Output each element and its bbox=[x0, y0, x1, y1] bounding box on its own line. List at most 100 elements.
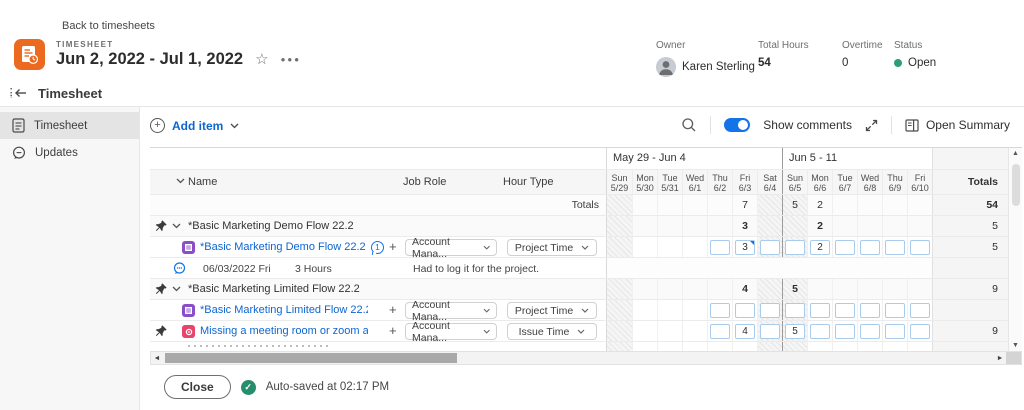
row-total: 9 bbox=[932, 321, 1008, 341]
hour-input[interactable] bbox=[760, 323, 780, 339]
hour-input[interactable] bbox=[735, 302, 755, 318]
hour-type-select[interactable]: Issue Time bbox=[507, 323, 597, 340]
group-chevron-icon[interactable] bbox=[172, 223, 181, 229]
hour-input[interactable]: 5 bbox=[785, 323, 805, 339]
hour-input[interactable] bbox=[910, 323, 930, 339]
hour-input[interactable] bbox=[710, 239, 730, 255]
open-summary-button[interactable]: Open Summary bbox=[905, 118, 1010, 132]
hour-input[interactable] bbox=[885, 239, 905, 255]
hour-input[interactable]: 4 bbox=[735, 323, 755, 339]
day-cell-5/29 bbox=[607, 300, 632, 320]
group-name[interactable]: *Basic Marketing Limited Flow 22.2 bbox=[188, 283, 360, 295]
collapse-all-chevron-icon[interactable] bbox=[176, 178, 185, 184]
day-cell-5/30 bbox=[632, 195, 657, 215]
column-header-row: Name Job Role Hour Type Sun 5/29 Mon 5/30 Tu… bbox=[150, 170, 1022, 195]
sidebar-item-timesheet[interactable]: Timesheet bbox=[0, 112, 139, 139]
scroll-right-arrow[interactable]: ► bbox=[994, 355, 1006, 362]
day-cell-5/31 bbox=[657, 300, 682, 320]
hour-input[interactable]: 2 bbox=[810, 239, 830, 255]
item-row-demo-flow: *Basic Marketing Demo Flow 22.2 1 + Acco… bbox=[150, 236, 1022, 260]
overtime-value: 0 bbox=[842, 57, 849, 69]
pin-icon[interactable] bbox=[155, 220, 167, 232]
hour-input[interactable] bbox=[860, 323, 880, 339]
hour-input[interactable] bbox=[835, 239, 855, 255]
hour-input[interactable] bbox=[910, 302, 930, 318]
item-name-link[interactable]: Missing a meeting room or zoom ac... bbox=[200, 325, 368, 337]
hour-input[interactable] bbox=[835, 323, 855, 339]
name-column-header[interactable]: Name bbox=[188, 176, 217, 188]
day-cell-6/2 bbox=[707, 237, 732, 257]
pin-icon[interactable] bbox=[155, 283, 167, 295]
scrollbar-corner bbox=[1006, 352, 1021, 364]
favorite-star-icon[interactable]: ☆ bbox=[255, 52, 268, 67]
collapse-nav-icon[interactable] bbox=[10, 87, 30, 99]
group-chevron-icon[interactable] bbox=[172, 286, 181, 292]
job-role-select[interactable]: Account Mana... bbox=[405, 299, 497, 323]
scroll-down-arrow[interactable]: ▼ bbox=[1009, 342, 1022, 349]
add-hours-plus-icon[interactable]: + bbox=[389, 323, 397, 338]
day-header-6/7: Tue 6/7 bbox=[832, 170, 857, 194]
day-cell-6/1 bbox=[682, 237, 707, 257]
job-role-select[interactable]: Account Mana... bbox=[405, 320, 497, 344]
hour-input[interactable] bbox=[885, 302, 905, 318]
day-cell-6/3 bbox=[732, 300, 757, 320]
timesheet-doc-icon bbox=[14, 39, 45, 70]
add-item-chevron-icon bbox=[230, 123, 239, 128]
item-name-link[interactable]: *Basic Marketing Limited Flow 22.2 bbox=[200, 304, 368, 316]
hour-input[interactable] bbox=[810, 302, 830, 318]
day-cell-6/8 bbox=[857, 300, 882, 320]
hour-input[interactable] bbox=[810, 323, 830, 339]
day-cell-6/6: 2 bbox=[807, 195, 832, 215]
horizontal-scroll-track[interactable] bbox=[163, 352, 994, 364]
scroll-left-arrow[interactable]: ◄ bbox=[151, 355, 163, 362]
hour-input[interactable] bbox=[760, 302, 780, 318]
group-name[interactable]: *Basic Marketing Demo Flow 22.2 bbox=[188, 220, 354, 232]
hour-input[interactable]: 3 bbox=[735, 239, 755, 255]
hour-input[interactable] bbox=[710, 323, 730, 339]
vertical-scroll-thumb[interactable] bbox=[1012, 164, 1020, 206]
total-hours-label: Total Hours bbox=[758, 40, 809, 51]
sidebar-item-label: Timesheet bbox=[34, 119, 88, 132]
hour-input[interactable] bbox=[860, 239, 880, 255]
pin-icon[interactable] bbox=[155, 325, 167, 337]
chevron-down-icon bbox=[581, 308, 589, 313]
hour-input[interactable] bbox=[860, 302, 880, 318]
hour-type-select[interactable]: Project Time bbox=[507, 302, 597, 319]
page-header: Back to timesheets TIMESHEET Jun 2, 2022… bbox=[0, 0, 1024, 80]
day-cell-6/1 bbox=[682, 279, 707, 299]
owner-avatar[interactable] bbox=[656, 57, 676, 77]
vertical-scrollbar[interactable]: ▲ ▼ bbox=[1008, 148, 1022, 351]
job-role-column-header[interactable]: Job Role bbox=[403, 176, 446, 188]
hour-input[interactable] bbox=[835, 302, 855, 318]
job-role-select[interactable]: Account Mana... bbox=[405, 236, 497, 260]
scroll-up-arrow[interactable]: ▲ bbox=[1009, 150, 1022, 157]
day-cell-6/7 bbox=[832, 216, 857, 236]
hour-input[interactable] bbox=[885, 323, 905, 339]
back-to-timesheets-link[interactable]: Back to timesheets bbox=[62, 20, 155, 32]
sidebar-item-updates[interactable]: Updates bbox=[0, 139, 139, 166]
status-value: Open bbox=[908, 57, 937, 69]
comment-count-badge[interactable]: 1 bbox=[371, 241, 384, 254]
day-cell-5/30 bbox=[632, 321, 657, 341]
hour-type-column-header[interactable]: Hour Type bbox=[503, 176, 554, 188]
hour-input[interactable] bbox=[910, 239, 930, 255]
toolbar-separator bbox=[710, 116, 712, 134]
day-cell-5/31 bbox=[657, 195, 682, 215]
hour-type-select[interactable]: Project Time bbox=[507, 239, 597, 256]
more-options-icon[interactable]: ●●● bbox=[281, 55, 302, 64]
hour-input[interactable] bbox=[710, 302, 730, 318]
expand-icon[interactable] bbox=[865, 119, 878, 132]
add-hours-plus-icon[interactable]: + bbox=[389, 239, 397, 254]
hour-input[interactable] bbox=[785, 302, 805, 318]
item-name-link[interactable]: *Basic Marketing Demo Flow 22.2 bbox=[200, 241, 366, 253]
show-comments-toggle[interactable] bbox=[724, 118, 751, 132]
hour-input[interactable] bbox=[785, 239, 805, 255]
hour-input[interactable] bbox=[760, 239, 780, 255]
horizontal-scroll-thumb[interactable] bbox=[165, 353, 457, 363]
add-hours-plus-icon[interactable]: + bbox=[389, 302, 397, 317]
close-button[interactable]: Close bbox=[164, 375, 231, 399]
horizontal-scrollbar[interactable]: ◄ ► bbox=[150, 351, 1022, 365]
day-cell-6/6 bbox=[807, 300, 832, 320]
search-icon[interactable] bbox=[681, 117, 697, 133]
add-item-button[interactable]: + Add item bbox=[150, 118, 239, 133]
